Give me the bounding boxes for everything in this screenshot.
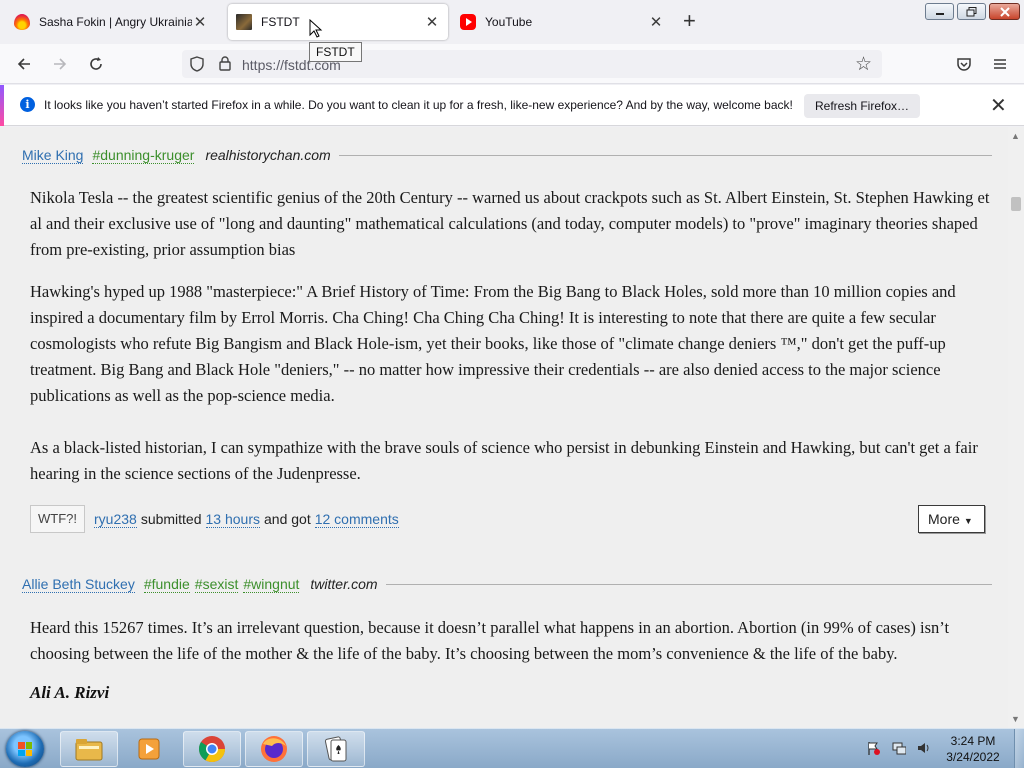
- tag-link[interactable]: #sexist: [194, 576, 239, 593]
- close-tab-icon[interactable]: ✕: [424, 13, 440, 31]
- windows-taskbar: 3:24 PM 3/24/2022: [0, 728, 1024, 768]
- tab-youtube[interactable]: YouTube ✕: [452, 4, 672, 40]
- quote-body: Nikola Tesla -- the greatest scientific …: [30, 185, 990, 503]
- pocket-icon: [957, 58, 971, 71]
- taskbar-solitaire[interactable]: [307, 731, 365, 767]
- wtf-button[interactable]: WTF?!: [30, 505, 85, 533]
- vertical-scrollbar[interactable]: ▲ ▼: [1008, 127, 1024, 728]
- start-button[interactable]: [6, 731, 44, 767]
- quote-paragraph: Hawking's hyped up 1988 "masterpiece:" A…: [30, 282, 956, 405]
- tab-title: FSTDT: [261, 15, 300, 29]
- scroll-up-arrow-icon[interactable]: ▲: [1011, 131, 1020, 141]
- comments-link[interactable]: 12 comments: [314, 511, 399, 528]
- author-link[interactable]: Allie Beth Stuckey: [22, 576, 135, 593]
- navigation-toolbar: https://fstdt.com ☆: [0, 44, 1024, 84]
- tab-tooltip: FSTDT: [309, 42, 362, 62]
- system-clock[interactable]: 3:24 PM 3/24/2022: [938, 733, 1008, 765]
- entry-header: Mike King #dunning-kruger realhistorycha…: [22, 145, 992, 165]
- scroll-down-arrow-icon[interactable]: ▼: [1011, 714, 1020, 724]
- close-tab-icon[interactable]: ✕: [648, 13, 664, 31]
- quote-paragraph: Nikola Tesla -- the greatest scientific …: [30, 188, 990, 259]
- hamburger-menu-icon: [994, 59, 1006, 69]
- youtube-icon: [460, 14, 476, 30]
- taskbar-firefox[interactable]: [245, 731, 303, 767]
- source-site: twitter.com: [310, 576, 378, 592]
- address-bar[interactable]: https://fstdt.com ☆: [182, 50, 882, 78]
- show-desktop-button[interactable]: [1014, 729, 1024, 768]
- quoted-author: Ali A. Rizvi: [30, 683, 110, 702]
- more-button[interactable]: More ▼: [918, 505, 985, 533]
- info-icon: i: [20, 97, 35, 112]
- divider: [338, 154, 992, 156]
- tracking-shield-icon[interactable]: [189, 56, 205, 72]
- bookmark-star-icon[interactable]: ☆: [855, 53, 872, 76]
- taskbar-chrome[interactable]: [183, 731, 241, 767]
- tab-title: YouTube: [485, 15, 533, 29]
- source-site: realhistorychan.com: [205, 147, 331, 163]
- solitaire-icon: [324, 736, 347, 762]
- tab-title: Sasha Fokin | Angry Ukrainian K: [39, 15, 192, 29]
- close-notification-icon[interactable]: ✕: [990, 93, 1007, 118]
- mouse-cursor-icon: [309, 19, 323, 38]
- tag-link[interactable]: #dunning-kruger: [92, 147, 195, 164]
- author-link[interactable]: Mike King: [22, 147, 84, 164]
- entry-header: Allie Beth Stuckey #fundie #sexist #wing…: [22, 574, 992, 594]
- clock-time: 3:24 PM: [950, 734, 996, 748]
- file-explorer-icon: [75, 739, 103, 761]
- page-content: Mike King #dunning-kruger realhistorycha…: [0, 127, 1008, 728]
- close-window-button[interactable]: [989, 3, 1020, 20]
- notification-accent: [0, 85, 4, 126]
- divider: [385, 583, 992, 585]
- minimize-icon: [935, 12, 944, 15]
- chrome-icon: [198, 736, 226, 763]
- reload-icon: [90, 57, 102, 70]
- caret-down-icon: ▼: [963, 516, 973, 526]
- taskbar-file-explorer[interactable]: [60, 731, 118, 767]
- tab-sasha-fokin[interactable]: Sasha Fokin | Angry Ukrainian K ✕: [6, 4, 216, 40]
- back-button[interactable]: [11, 52, 37, 76]
- tag-link[interactable]: #wingnut: [243, 576, 300, 593]
- clock-date: 3/24/2022: [946, 750, 1000, 764]
- windows-logo-icon: [18, 742, 32, 756]
- firefox-icon: [261, 736, 287, 762]
- fstdt-favicon: [236, 14, 252, 30]
- refresh-firefox-button[interactable]: Refresh Firefox…: [804, 94, 921, 118]
- forward-arrow-icon: [54, 58, 67, 70]
- close-tab-icon[interactable]: ✕: [192, 13, 208, 31]
- reload-button[interactable]: [83, 52, 109, 76]
- network-icon[interactable]: [892, 741, 906, 755]
- new-tab-button[interactable]: +: [683, 10, 696, 32]
- app-menu-button[interactable]: [987, 52, 1013, 76]
- taskbar-media-player[interactable]: [121, 731, 179, 767]
- tag-link[interactable]: #fundie: [143, 576, 190, 593]
- back-arrow-icon: [17, 58, 30, 70]
- quote-body: Heard this 15267 times. It’s an irreleva…: [30, 615, 990, 683]
- volume-icon[interactable]: [916, 741, 930, 755]
- tab-fstdt[interactable]: FSTDT ✕: [228, 4, 448, 40]
- firefox-flame-icon: [14, 14, 30, 30]
- close-icon: [999, 6, 1010, 17]
- lock-icon[interactable]: [218, 55, 232, 72]
- forward-button[interactable]: [47, 52, 73, 76]
- notification-message: It looks like you haven’t started Firefo…: [44, 98, 793, 112]
- more-label: More: [928, 511, 960, 527]
- submitter-link[interactable]: ryu238: [94, 511, 137, 528]
- entry-footer: WTF?! ryu238 submitted 13 hours and got …: [30, 505, 403, 533]
- submitted-text: submitted: [140, 511, 202, 527]
- scrollbar-thumb[interactable]: [1011, 197, 1021, 211]
- minimize-button[interactable]: [925, 3, 954, 20]
- media-player-icon: [138, 738, 160, 760]
- quote-paragraph: As a black-listed historian, I can sympa…: [30, 438, 978, 483]
- tab-strip: Sasha Fokin | Angry Ukrainian K ✕ FSTDT …: [0, 0, 1024, 44]
- and-got-text: and got: [264, 511, 311, 527]
- pocket-button[interactable]: [951, 52, 977, 76]
- refresh-firefox-notification: i It looks like you haven’t started Fire…: [0, 85, 1024, 126]
- time-link[interactable]: 13 hours: [205, 511, 260, 528]
- restore-button[interactable]: [957, 3, 986, 20]
- action-center-flag-icon[interactable]: [866, 741, 880, 755]
- restore-icon: [966, 6, 976, 16]
- quote-paragraph: Heard this 15267 times. It’s an irreleva…: [30, 618, 950, 663]
